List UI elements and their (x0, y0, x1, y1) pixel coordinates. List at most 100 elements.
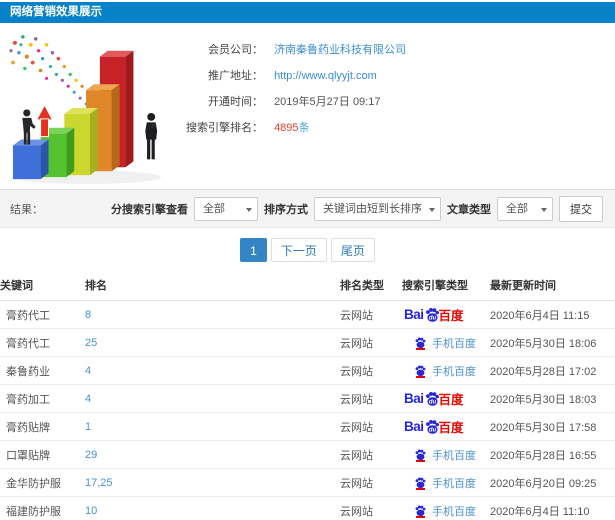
updated-time-text: 2020年5月28日 17:02 (490, 365, 597, 378)
businessman-right (145, 112, 158, 160)
baidu-mobile-underline (416, 487, 425, 490)
baidu-mobile-underline (416, 515, 425, 518)
engine-cell: 手机百度 (402, 503, 490, 519)
results-label: 结果： (10, 203, 43, 216)
rank-link[interactable]: 17,25 (85, 477, 340, 489)
table-row: 福建防护服 10 云网站 手机百度 2020年6月4日 11:10 (0, 497, 615, 520)
updated-time-text: 2020年5月28日 16:55 (490, 449, 597, 462)
baidu-logo-text-du: 百度 (438, 309, 464, 323)
engine-filter-select[interactable]: 全部 (194, 196, 258, 221)
company-label: 会员公司： (208, 44, 263, 56)
table-row: 秦鲁药业 4 云网站 手机百度 2020年5月28日 17:02 (0, 357, 615, 385)
table-body: 膏药代工 8 云网站 Bai du 百度 2020年6月4日 11:15 膏药代工 25 云网站手… (0, 301, 615, 520)
chart-bars (12, 50, 162, 185)
engine-rank-count: 4895 (274, 122, 299, 134)
col-header-updated: 最新更新时间 (490, 280, 556, 292)
info-row-rank: 搜索引擎排名： 4895条 (177, 115, 406, 141)
svg-text:du: du (428, 428, 436, 434)
baidu-mobile-label: 手机百度 (432, 477, 476, 490)
info-section: 会员公司： 济南秦鲁药业科技有限公司 推广地址： http://www.qlyy… (0, 23, 615, 189)
table-header: 关键词 排名 排名类型 搜索引擎类型 最新更新时间 (0, 270, 615, 301)
baidu-mobile-logo: 手机百度 (414, 363, 476, 379)
open-time-value: 2019年5月27日 09:17 (274, 96, 381, 108)
engine-rank-label: 搜索引擎排名： (186, 122, 263, 134)
company-link[interactable]: 济南秦鲁药业科技有限公司 (274, 44, 406, 56)
baidu-mobile-underline (416, 347, 425, 350)
type-filter-select[interactable]: 全部 (497, 196, 553, 221)
table-row: 膏药贴牌 1 云网站 Bai du 百度 2020年5月30日 17:58 (0, 413, 615, 441)
rank-link[interactable]: 25 (85, 337, 340, 349)
rank-link[interactable]: 10 (85, 505, 340, 517)
businessman-left (22, 109, 36, 145)
baidu-mobile-underline (416, 459, 425, 462)
type-filter-label: 文章类型 (447, 203, 491, 216)
baidu-logo-text-bai: Bai (404, 391, 424, 406)
baidu-pc-logo: Bai du 百度 (404, 389, 464, 408)
confetti-dots (9, 35, 96, 112)
chevron-down-icon (429, 207, 435, 212)
filter-group: 分搜索引擎查看 全部 排序方式 关键词由短到长排序 文章类型 全部 提交 (111, 195, 603, 222)
sort-filter-select[interactable]: 关键词由短到长排序 (314, 196, 441, 221)
baidu-logo-text-du: 百度 (438, 421, 464, 435)
engine-rank-unit: 条 (298, 122, 310, 134)
table-row: 膏药代工 25 云网站 手机百度 2020年5月30日 18:06 (0, 329, 615, 357)
table-row: 膏药加工 4 云网站 Bai du 百度 2020年5月30日 18:03 (0, 385, 615, 413)
baidu-mobile-icon (414, 448, 427, 462)
baidu-mobile-logo: 手机百度 (414, 475, 476, 491)
keyword-text: 膏药代工 (6, 337, 50, 350)
col-header-rank-type: 排名类型 (340, 280, 384, 292)
baidu-logo-text-bai: Bai (404, 419, 424, 434)
marketing-effect-page: 网络营销效果展示 会员公司： 济南秦鲁药业科技有限公司 推广地址： http:/… (0, 0, 615, 520)
results-filter-bar: 结果： 分搜索引擎查看 全部 排序方式 关键词由短到长排序 文章类型 全部 提交 (0, 189, 615, 228)
table-row: 膏药代工 8 云网站 Bai du 百度 2020年6月4日 11:15 (0, 301, 615, 329)
updated-time-text: 2020年6月20日 09:25 (490, 477, 597, 490)
rank-link[interactable]: 8 (85, 309, 340, 321)
engine-cell: Bai du 百度 (402, 305, 490, 324)
engine-filter-value: 全部 (203, 202, 225, 215)
bar-blue (12, 139, 49, 180)
info-row-company: 会员公司： 济南秦鲁药业科技有限公司 (177, 37, 406, 63)
baidu-mobile-underline (416, 375, 425, 378)
rank-link[interactable]: 1 (85, 421, 340, 433)
updated-time-text: 2020年6月4日 11:15 (490, 309, 590, 322)
keyword-text: 口罩贴牌 (6, 449, 50, 462)
baidu-mobile-logo: 手机百度 (414, 503, 476, 519)
chevron-down-icon (541, 207, 547, 212)
rank-type-text: 云网站 (340, 365, 373, 378)
baidu-mobile-icon (414, 336, 427, 350)
submit-button[interactable]: 提交 (559, 195, 603, 222)
rank-link[interactable]: 29 (85, 449, 340, 461)
col-header-keyword: 关键词 (0, 280, 33, 292)
type-filter-value: 全部 (506, 202, 528, 215)
open-time-label: 开通时间： (208, 96, 263, 108)
rank-type-text: 云网站 (340, 477, 373, 490)
updated-time-text: 2020年5月30日 17:58 (490, 421, 597, 434)
page-1-button[interactable]: 1 (240, 238, 267, 262)
next-page-button[interactable]: 下一页 (270, 238, 327, 262)
last-page-button[interactable]: 尾页 (330, 238, 375, 262)
keyword-text: 膏药加工 (6, 393, 50, 406)
promo-url-link[interactable]: http://www.qlyyjt.com (274, 70, 377, 82)
rank-type-text: 云网站 (340, 421, 373, 434)
baidu-mobile-label: 手机百度 (432, 449, 476, 462)
updated-time-text: 2020年5月30日 18:06 (490, 337, 597, 350)
engine-cell: 手机百度 (402, 475, 490, 491)
baidu-pc-logo: Bai du 百度 (404, 305, 464, 324)
sort-filter-value: 关键词由短到长排序 (323, 202, 422, 215)
rank-link[interactable]: 4 (85, 365, 340, 377)
rank-type-text: 云网站 (340, 337, 373, 350)
promo-url-label: 推广地址： (208, 70, 263, 82)
engine-cell: 手机百度 (402, 447, 490, 463)
rank-link[interactable]: 4 (85, 393, 340, 405)
baidu-mobile-icon (414, 364, 427, 378)
keyword-text: 秦鲁药业 (6, 365, 50, 378)
updated-time-text: 2020年6月4日 11:10 (490, 505, 590, 518)
svg-text:du: du (428, 316, 436, 322)
baidu-logo-text-du: 百度 (438, 393, 464, 407)
pagination: 1 下一页 尾页 (0, 238, 615, 262)
keyword-text: 膏药贴牌 (6, 421, 50, 434)
member-info: 会员公司： 济南秦鲁药业科技有限公司 推广地址： http://www.qlyy… (177, 23, 406, 189)
baidu-mobile-label: 手机百度 (432, 505, 476, 518)
engine-cell: 手机百度 (402, 335, 490, 351)
engine-cell: Bai du 百度 (402, 389, 490, 408)
